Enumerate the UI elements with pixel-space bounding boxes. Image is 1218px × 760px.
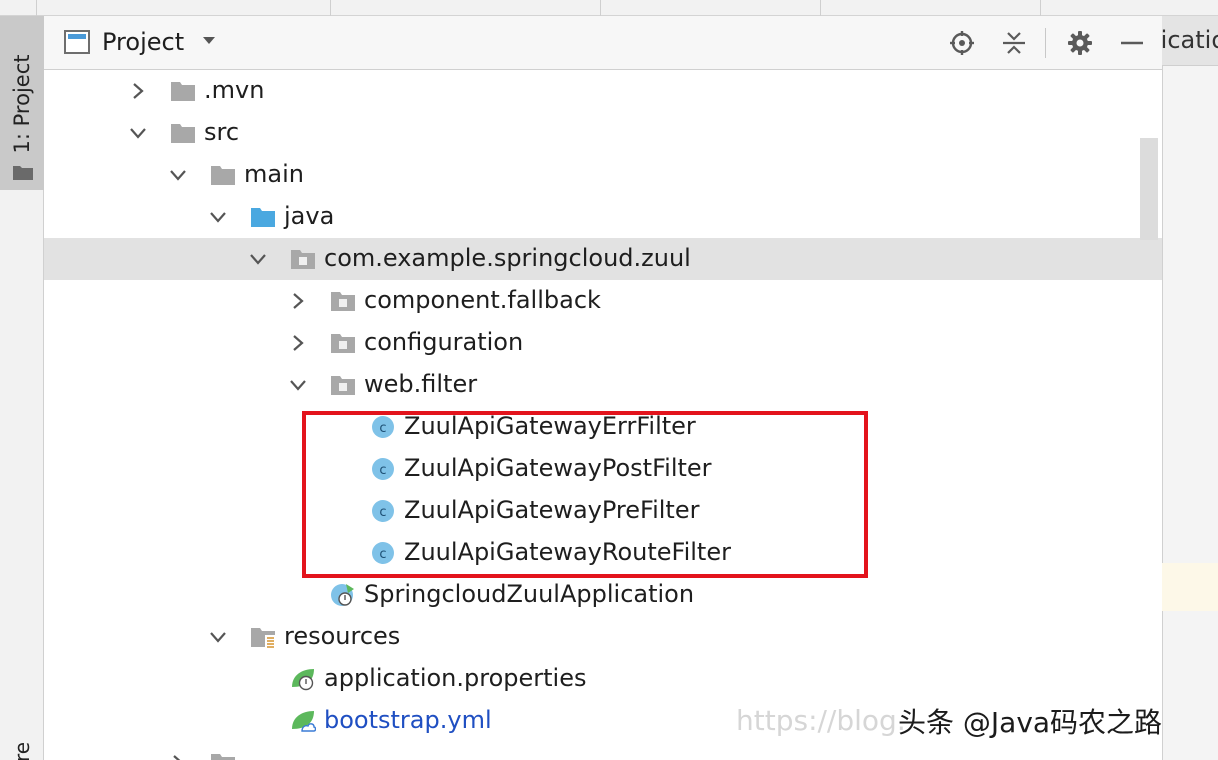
panel-title[interactable]: Project [102,28,184,56]
chevron-right-icon[interactable] [168,753,188,760]
chevron-down-icon[interactable] [168,165,188,185]
locate-target-icon [950,31,974,55]
tree-item-label: bootstrap.yml [324,706,492,734]
editor-tab-strip [0,0,1218,16]
chevron-right-icon[interactable] [288,333,308,353]
watermark-url: https://blog. [736,704,906,737]
chevron-right-icon[interactable] [288,291,308,311]
header-separator [1045,28,1046,58]
chevron-right-icon[interactable] [128,81,148,101]
source-folder-icon [251,208,275,227]
tree-item-mvn[interactable]: .mvn [44,70,1162,112]
minimize-button[interactable] [1117,28,1147,58]
tree-scrollbar[interactable] [1140,138,1158,240]
editor-tab-label: licatio [1162,26,1218,54]
tree-item-label: java [284,202,335,230]
tree-item-label: web.filter [364,370,478,398]
tree-item-label: src [204,118,240,146]
chevron-down-icon[interactable] [248,249,268,269]
collapse-all-button[interactable] [999,28,1029,58]
highlight-box [302,411,868,578]
tree-item-label: com.example.springcloud.zuul [324,244,691,272]
tree-item-web-filter[interactable]: web.filter [44,364,1162,406]
folder-icon [211,166,235,185]
spring-boot-class-icon [331,584,354,606]
tree-item-application-class[interactable]: SpringcloudZuulApplication [44,574,1162,616]
chevron-down-icon[interactable] [288,375,308,395]
folder-icon [13,166,33,180]
package-icon [331,334,355,353]
chevron-down-icon[interactable] [202,36,216,46]
watermark-author: 头条 @Java码农之路 [898,706,1163,739]
tree-item-label: SpringcloudZuulApplication [364,580,695,608]
tree-item-label: application.properties [324,664,587,692]
chevron-down-icon[interactable] [128,123,148,143]
editor-tab[interactable]: licatio [1162,16,1218,66]
package-icon [331,292,355,311]
tree-item-label: .mvn [204,76,265,104]
tree-item-label: resources [284,622,401,650]
spring-yaml-icon [292,711,316,732]
tree-item-component-fallback[interactable]: component.fallback [44,280,1162,322]
project-panel-header: Project [44,16,1162,70]
editor-area [1162,16,1218,760]
locate-button[interactable] [947,28,977,58]
folder-icon [171,124,195,143]
spring-config-icon [292,669,314,691]
package-icon [291,250,315,269]
settings-button[interactable] [1065,28,1095,58]
gear-icon [1068,31,1092,55]
tree-item-package-zuul[interactable]: com.example.springcloud.zuul [44,238,1162,280]
folder-icon [211,754,235,760]
tree-item-application-properties[interactable]: application.properties [44,658,1162,700]
project-tool-window-tab[interactable]: 1: Project [0,16,44,190]
chevron-down-icon[interactable] [208,627,228,647]
tree-item-label: component.fallback [364,286,601,314]
tree-item-main[interactable]: main [44,154,1162,196]
bottom-tool-tab-label[interactable]: re [10,742,34,760]
tree-item-java[interactable]: java [44,196,1162,238]
editor-current-line [1162,563,1218,611]
tree-item-resources[interactable]: resources [44,616,1162,658]
resources-folder-icon [251,628,275,648]
minimize-icon [1121,41,1143,45]
tree-item-src[interactable]: src [44,112,1162,154]
collapse-all-icon [1003,32,1025,54]
tree-item-label: configuration [364,328,524,356]
package-icon [331,376,355,395]
folder-icon [171,82,195,101]
tree-item-label: main [244,160,304,188]
project-tab-label: 1: Project [10,54,34,154]
chevron-down-icon[interactable] [208,207,228,227]
tree-item-partial-folder[interactable] [44,742,1162,760]
project-view-icon [64,30,90,54]
tree-item-configuration[interactable]: configuration [44,322,1162,364]
